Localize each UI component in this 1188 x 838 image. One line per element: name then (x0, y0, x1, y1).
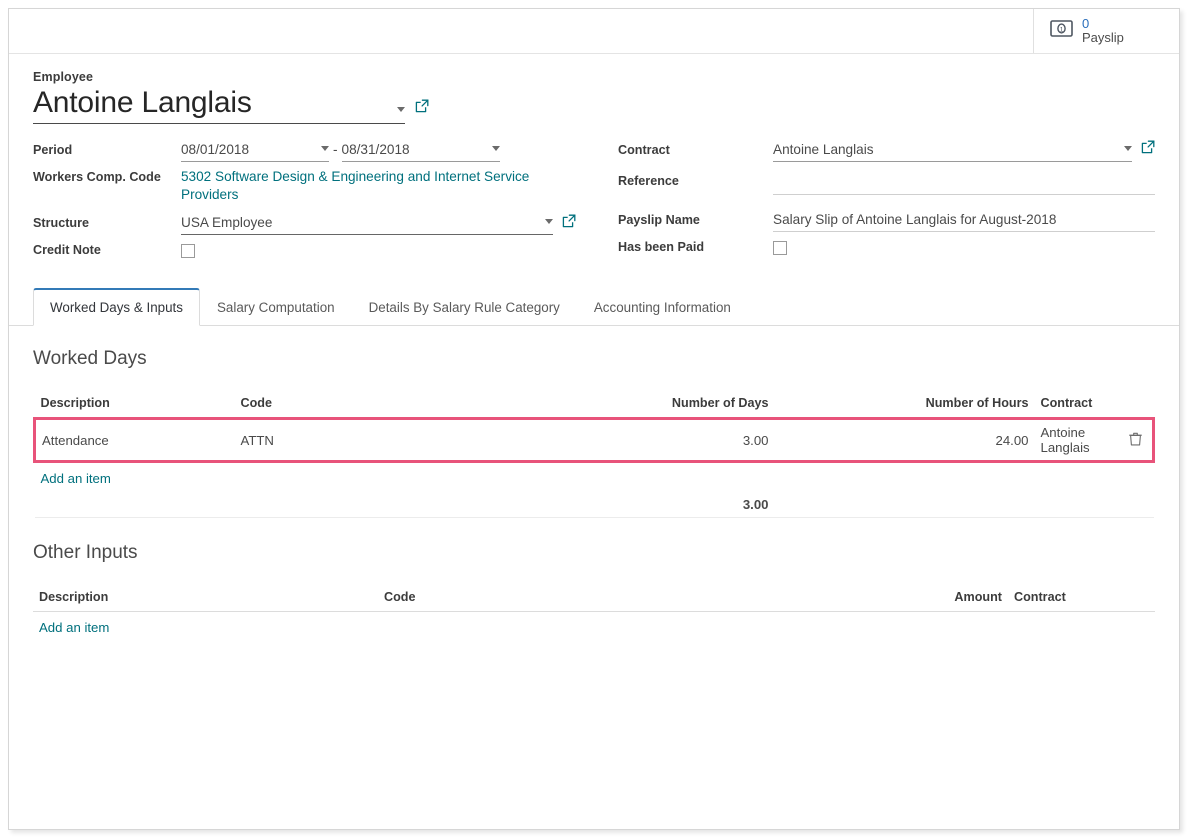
employee-label: Employee (33, 70, 94, 84)
cell-code[interactable]: ATTN (234, 417, 485, 464)
reference-label: Reference (618, 173, 679, 188)
tab-salary-computation[interactable]: Salary Computation (200, 288, 352, 326)
cell-number-of-days[interactable]: 3.00 (484, 417, 775, 464)
field-columns: Period 08/01/2018 - 08/31/2018 Workers C… (33, 138, 1155, 266)
table-row[interactable]: Attendance ATTN 3.00 24.00 Antoine Langl… (33, 417, 1155, 464)
stat-button-bar: 1 0 Payslip (9, 9, 1179, 54)
credit-note-row: Credit Note (33, 238, 576, 265)
chevron-down-icon[interactable] (491, 145, 500, 151)
other-inputs-table: Description Code Amount Contract Add an … (33, 590, 1155, 641)
contract-row: Contract Antoine Langlais (618, 138, 1155, 165)
chevron-down-icon[interactable] (321, 145, 329, 151)
other-inputs-header-row: Description Code Amount Contract (33, 590, 1155, 613)
payslip-count: 0 (1082, 16, 1090, 32)
notebook: Worked Days & Inputs Salary Computation … (9, 287, 1179, 667)
chevron-down-icon[interactable] (1124, 145, 1132, 151)
right-field-column: Contract Antoine Langlais Reference Pays… (594, 138, 1155, 266)
cell-delete[interactable] (1119, 417, 1155, 464)
left-field-column: Period 08/01/2018 - 08/31/2018 Workers C… (33, 138, 594, 266)
tab-worked-days-inputs[interactable]: Worked Days & Inputs (33, 288, 200, 327)
has-been-paid-label: Has been Paid (618, 239, 705, 254)
chevron-down-icon[interactable] (397, 107, 405, 112)
tab-bar: Worked Days & Inputs Salary Computation … (9, 287, 1179, 327)
contract-external-link-icon[interactable] (1141, 140, 1155, 159)
payslip-name-input[interactable]: Salary Slip of Antoine Langlais for Augu… (773, 208, 1155, 232)
svg-text:1: 1 (1060, 27, 1064, 34)
contract-label: Contract (618, 142, 670, 157)
bottom-spacer (33, 641, 1155, 667)
payslip-stat-button[interactable]: 1 0 Payslip (1033, 9, 1179, 53)
col-contract: Contract (1008, 590, 1121, 613)
form-sheet: Employee Antoine Langlais Period 08/01/2… (9, 54, 1179, 667)
has-been-paid-checkbox[interactable] (773, 240, 787, 255)
employee-title-block: Employee Antoine Langlais (33, 70, 1155, 124)
worked-days-table: Description Code Number of Days Number o… (33, 396, 1155, 519)
cell-contract[interactable]: Antoine Langlais (1034, 417, 1120, 464)
structure-value: USA Employee (181, 215, 273, 231)
credit-note-checkbox[interactable] (181, 244, 195, 259)
period-from-value: 08/01/2018 (181, 141, 250, 157)
structure-row: Structure USA Employee (33, 211, 576, 238)
col-number-of-hours: Number of Hours (774, 396, 1035, 420)
employee-field[interactable]: Antoine Langlais (33, 86, 405, 124)
other-inputs-add-item[interactable]: Add an item (33, 612, 115, 641)
worked-days-header-row: Description Code Number of Days Number o… (34, 396, 1154, 420)
period-row: Period 08/01/2018 - 08/31/2018 (33, 138, 576, 165)
chevron-down-icon[interactable] (545, 219, 553, 225)
add-item-row: Add an item (35, 462, 1154, 493)
has-been-paid-row: Has been Paid (618, 235, 1155, 262)
tab-details-by-salary-rule-category[interactable]: Details By Salary Rule Category (352, 288, 577, 326)
reference-input[interactable] (773, 169, 1155, 195)
period-label: Period (33, 142, 73, 157)
employee-value: Antoine Langlais (33, 86, 252, 119)
workers-comp-label: Workers Comp. Code (33, 169, 161, 184)
payslip-stat-label: Payslip (1082, 30, 1124, 45)
tab-accounting-information[interactable]: Accounting Information (577, 288, 748, 326)
workers-comp-value[interactable]: 5302 Software Design & Engineering and I… (181, 165, 576, 206)
col-number-of-days: Number of Days (484, 396, 775, 420)
period-to-input[interactable]: 08/31/2018 (341, 138, 500, 162)
contract-input[interactable]: Antoine Langlais (773, 138, 1132, 162)
employee-external-link-icon[interactable] (415, 99, 429, 118)
col-code: Code (378, 590, 758, 613)
worked-days-add-item[interactable]: Add an item (35, 463, 117, 492)
col-description: Description (33, 590, 378, 613)
structure-input[interactable]: USA Employee (181, 211, 553, 236)
reference-row: Reference (618, 169, 1155, 196)
col-actions (1121, 590, 1155, 613)
other-inputs-title: Other Inputs (33, 542, 138, 564)
structure-external-link-icon[interactable] (562, 214, 576, 233)
add-item-row: Add an item (33, 612, 1155, 642)
total-number-of-hours (774, 492, 1035, 519)
cell-number-of-hours[interactable]: 24.00 (774, 417, 1035, 464)
payslip-name-row: Payslip Name Salary Slip of Antoine Lang… (618, 208, 1155, 235)
col-amount: Amount (758, 590, 1008, 613)
col-contract: Contract (1034, 396, 1120, 420)
period-separator: - (333, 142, 338, 158)
payslip-name-label: Payslip Name (618, 212, 700, 227)
trash-icon[interactable] (1129, 432, 1143, 449)
cell-description[interactable]: Attendance (33, 417, 235, 464)
total-number-of-days: 3.00 (484, 492, 775, 519)
worked-days-totals-row: 3.00 (34, 492, 1154, 519)
col-code: Code (234, 396, 485, 420)
payslip-form-page: 1 0 Payslip Employee Antoine Langlais Pe… (8, 8, 1180, 830)
col-actions (1119, 396, 1154, 420)
credit-note-label: Credit Note (33, 243, 101, 258)
period-to-value: 08/31/2018 (341, 141, 410, 157)
payslip-name-value: Salary Slip of Antoine Langlais for Augu… (773, 211, 1057, 227)
contract-value: Antoine Langlais (773, 141, 874, 157)
workers-comp-row: Workers Comp. Code 5302 Software Design … (33, 165, 576, 206)
structure-label: Structure (33, 216, 89, 231)
col-description: Description (34, 396, 235, 420)
period-from-input[interactable]: 08/01/2018 (181, 138, 329, 162)
worked-days-title: Worked Days (33, 348, 147, 370)
money-bill-icon: 1 (1050, 20, 1073, 42)
